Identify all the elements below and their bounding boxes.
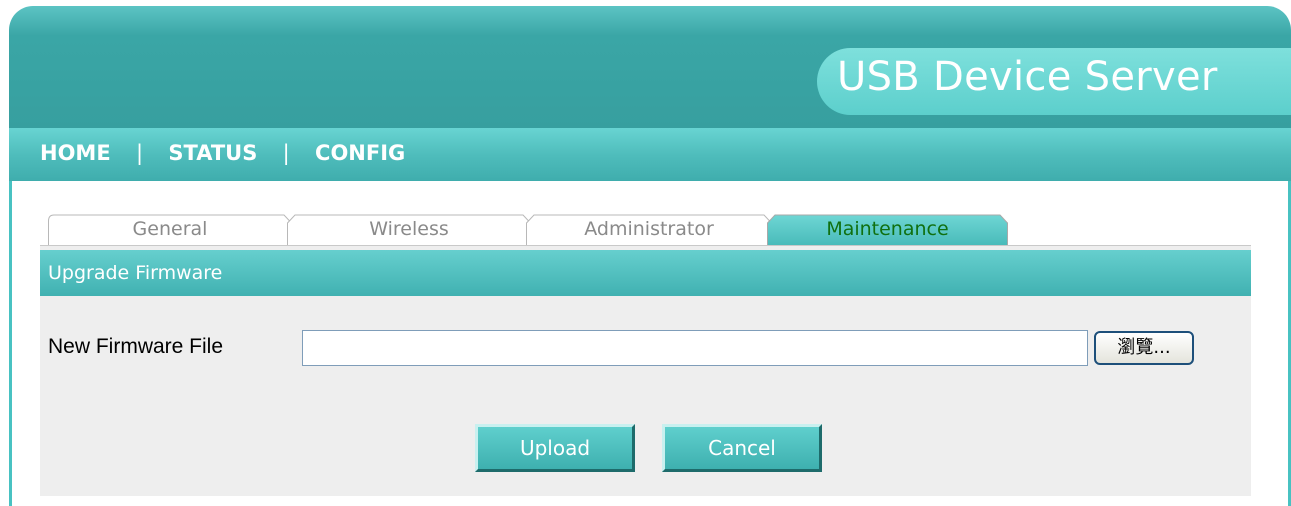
nav-separator: | — [135, 141, 144, 165]
browse-button[interactable]: 瀏覽... — [1094, 331, 1194, 365]
nav-separator: | — [282, 141, 290, 165]
upload-button[interactable]: Upload — [475, 424, 635, 472]
firmware-file-label: New Firmware File — [48, 335, 224, 358]
app-title: USB Device Server — [837, 54, 1218, 100]
nav-config-link[interactable]: CONFIG — [315, 141, 405, 165]
tab-label: General — [132, 218, 208, 240]
nav-home-link[interactable]: HOME — [40, 141, 111, 165]
tab-general[interactable]: General — [48, 209, 292, 247]
tab-label: Wireless — [369, 218, 449, 240]
tab-wireless[interactable]: Wireless — [287, 209, 531, 247]
tab-administrator[interactable]: Administrator — [526, 209, 772, 247]
content-border-left — [9, 181, 12, 506]
tab-label: Administrator — [584, 218, 714, 240]
main-nav: HOME | STATUS | CONFIG — [40, 141, 405, 165]
firmware-file-input[interactable] — [302, 330, 1088, 366]
section-title: Upgrade Firmware — [48, 262, 223, 284]
tab-label: Maintenance — [826, 218, 949, 240]
nav-status-link[interactable]: STATUS — [168, 141, 257, 165]
cancel-button[interactable]: Cancel — [662, 424, 822, 472]
tab-maintenance[interactable]: Maintenance — [767, 209, 1008, 247]
